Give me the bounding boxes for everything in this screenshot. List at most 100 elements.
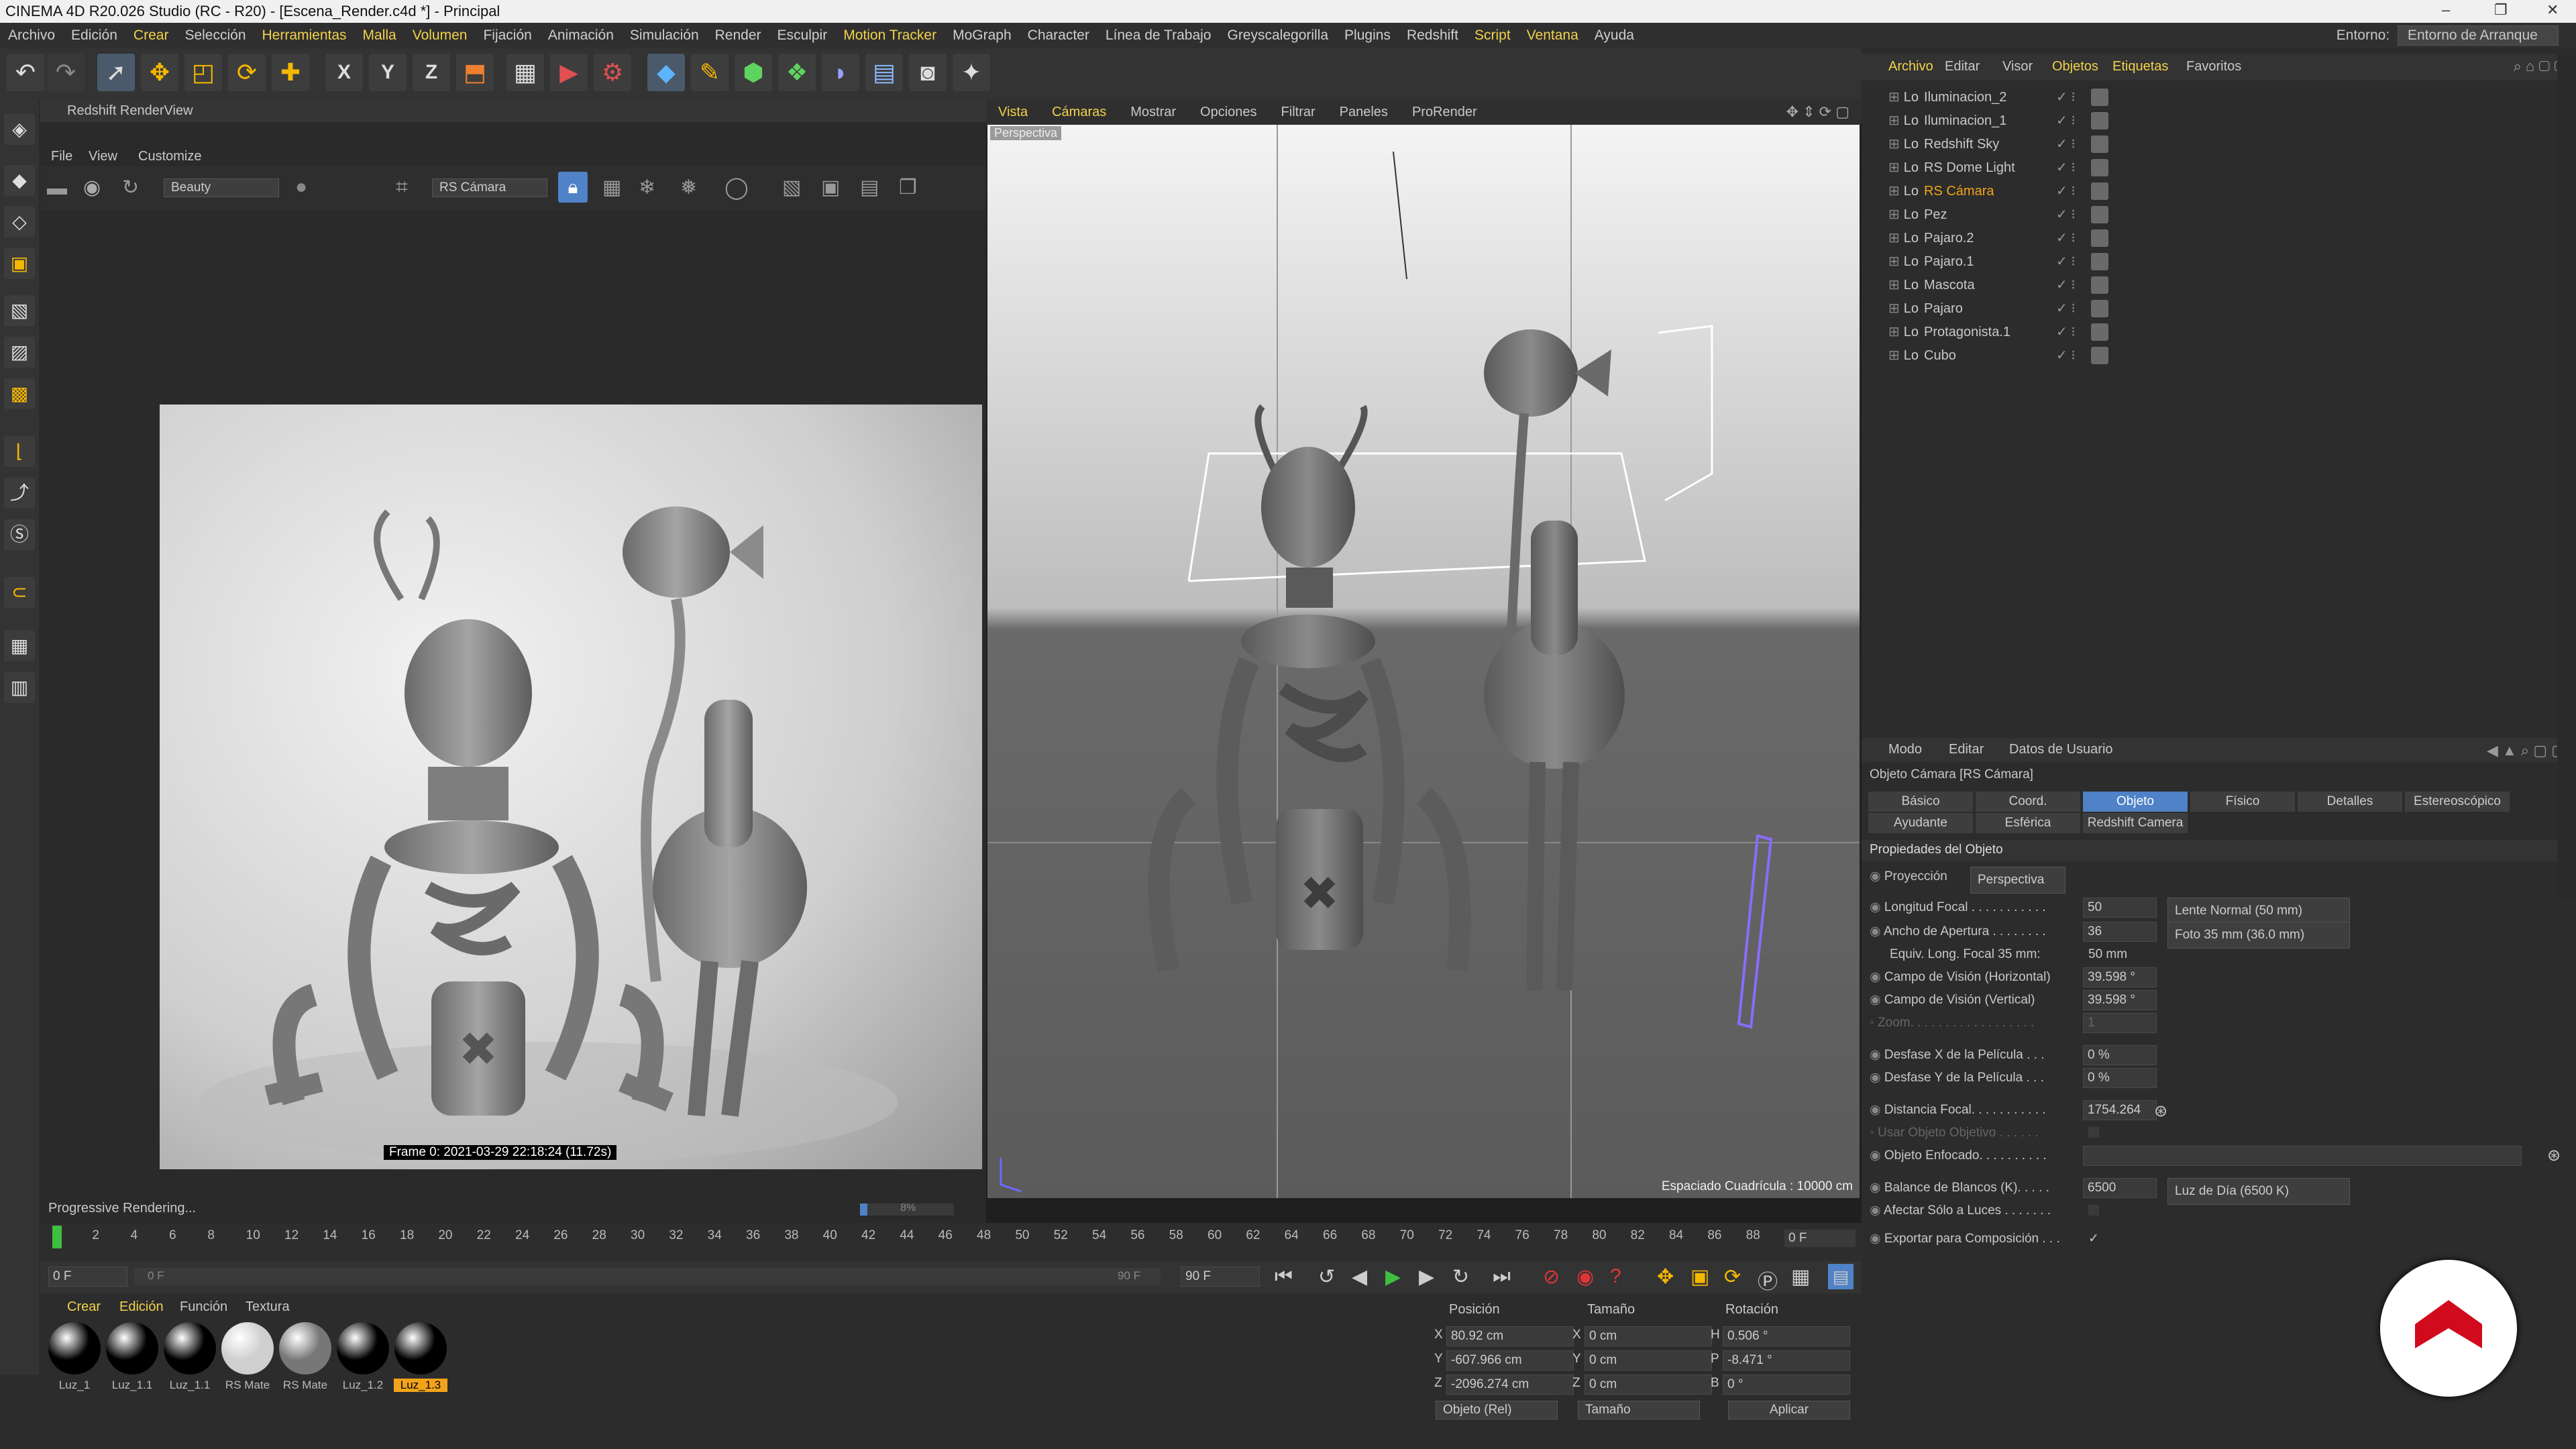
object-name[interactable]: Pajaro.1 <box>1924 254 1974 269</box>
fov-h-field[interactable]: 39.598 ° <box>2083 967 2157 987</box>
environment-selector[interactable]: Entorno: Entorno de Arranque <box>2337 25 2559 46</box>
menu-item[interactable]: Archivo <box>0 23 63 48</box>
material-swatch[interactable] <box>164 1322 216 1375</box>
expand-icon[interactable]: ⊞ <box>1888 348 1900 363</box>
enfocado-field[interactable] <box>2083 1146 2522 1166</box>
rv-menu-view[interactable]: View <box>89 149 117 164</box>
redo-icon[interactable]: ↷ <box>47 54 85 91</box>
environment-dropdown[interactable]: Entorno de Arranque <box>2398 25 2559 46</box>
viewport-menu-item[interactable]: Mostrar <box>1118 99 1188 125</box>
viewport-menu-item[interactable]: Filtrar <box>1269 99 1328 125</box>
menu-item[interactable]: Redshift <box>1399 23 1466 48</box>
add-icon[interactable]: ✚ <box>272 54 309 91</box>
material-swatch[interactable] <box>48 1322 101 1375</box>
balance-field[interactable]: 6500 <box>2083 1178 2157 1198</box>
move-icon[interactable]: ✥ <box>141 54 178 91</box>
object-row[interactable]: ⊞ Lo Pajaro ✓ ⁝ <box>1888 297 2559 320</box>
camera-icon[interactable]: ◙ <box>909 54 947 91</box>
object-row[interactable]: ⊞ Lo Pez ✓ ⁝ <box>1888 203 2559 226</box>
key-grid-icon[interactable]: ▦ <box>1791 1265 1810 1289</box>
apertura-field[interactable]: 36 <box>2083 922 2157 942</box>
desfy-field[interactable]: 0 % <box>2083 1068 2157 1088</box>
object-row[interactable]: ⊞ Lo Pajaro.2 ✓ ⁝ <box>1888 227 2559 250</box>
texture-mode-icon[interactable]: ▨ <box>4 337 35 368</box>
material-swatch[interactable] <box>394 1322 447 1375</box>
prev-frame-icon[interactable]: ◀ <box>1352 1265 1367 1289</box>
object-row[interactable]: ⊞ Lo RS Cámara ✓ ⁝ <box>1888 180 2559 203</box>
frame-range-slider[interactable]: 0 F 90 F <box>134 1268 1161 1285</box>
visibility-icon[interactable]: ✓ ⁝ <box>2056 227 2076 250</box>
exportar-checkbox[interactable]: ✓ <box>2088 1228 2099 1250</box>
visibility-icon[interactable]: ✓ ⁝ <box>2056 250 2076 273</box>
minimize-button[interactable]: – <box>2442 1 2450 19</box>
grid-overlay-icon[interactable]: ▦ <box>602 176 621 199</box>
polygons-mode-icon[interactable]: ▣ <box>4 248 35 279</box>
viewport-scene[interactable]: ✖ Perspectiva Espaciado Cuadrícula : 100… <box>987 125 1860 1198</box>
expand-icon[interactable]: ⊞ <box>1888 160 1900 175</box>
mat-tab-crear[interactable]: Crear <box>67 1299 101 1315</box>
menu-item[interactable]: Ayuda <box>1587 23 1642 48</box>
object-name[interactable]: Mascota <box>1924 278 1975 292</box>
expand-icon[interactable]: ⊞ <box>1888 301 1900 316</box>
points-mode-icon[interactable]: ◆ <box>4 165 35 196</box>
expand-icon[interactable]: ⊞ <box>1888 231 1900 246</box>
next-frame-icon[interactable]: ▶ <box>1419 1265 1434 1289</box>
visibility-icon[interactable]: ✓ ⁝ <box>2056 321 2076 343</box>
camera-select[interactable]: RS Cámara <box>432 178 547 197</box>
rotate-icon[interactable]: ⟳ <box>228 54 266 91</box>
render-view-icon[interactable]: ▦ <box>506 54 544 91</box>
menu-item[interactable]: Motion Tracker <box>835 23 945 48</box>
menu-item[interactable]: Edición <box>63 23 125 48</box>
magnet-icon[interactable]: ⊂ <box>4 577 35 608</box>
record-icon[interactable]: ⊘ <box>1543 1265 1560 1289</box>
desfx-field[interactable]: 0 % <box>2083 1045 2157 1065</box>
tag-icon[interactable] <box>2091 229 2108 247</box>
x-axis-icon[interactable]: X <box>325 54 363 91</box>
menu-item[interactable]: Fijación <box>475 23 539 48</box>
end-frame-field[interactable]: 90 F <box>1181 1267 1260 1287</box>
freeze-icon[interactable]: ❅ <box>680 176 697 199</box>
tag-icon[interactable] <box>2091 323 2108 341</box>
size-field[interactable]: 0 cm <box>1585 1326 1712 1346</box>
undo-icon[interactable]: ↶ <box>7 54 44 91</box>
rv-menu-customize[interactable]: Customize <box>138 149 201 164</box>
rotation-field[interactable]: 0.506 ° <box>1723 1326 1850 1346</box>
attr-nav-icons[interactable]: ◀ ▲ ⌕ ▢ ▢ <box>2487 742 2565 759</box>
objmgr-menu-item[interactable]: Visor <box>2002 59 2033 74</box>
proyeccion-select[interactable]: Perspectiva <box>1970 867 2065 894</box>
menu-item[interactable]: Línea de Trabajo <box>1097 23 1220 48</box>
expand-icon[interactable]: ⊞ <box>1888 184 1900 199</box>
pen-icon[interactable]: ✎ <box>691 54 729 91</box>
render-pic-icon[interactable]: ▶ <box>550 54 588 91</box>
visibility-icon[interactable]: ✓ ⁝ <box>2056 274 2076 297</box>
material-swatch[interactable] <box>106 1322 158 1375</box>
maximize-button[interactable]: ❐ <box>2494 1 2508 19</box>
menu-item[interactable]: Esculpir <box>769 23 836 48</box>
key-move-icon[interactable]: ✥ <box>1657 1265 1674 1289</box>
viewport-menu-item[interactable]: Opciones <box>1188 99 1269 125</box>
key-scale-icon[interactable]: ▣ <box>1690 1265 1709 1289</box>
attr-tab[interactable]: Detalles <box>2298 792 2402 812</box>
objmgr-menu-item[interactable]: Favoritos <box>2186 59 2241 74</box>
attr-tab[interactable]: Objeto <box>2083 792 2188 812</box>
object-row[interactable]: ⊞ Lo Iluminacion_1 ✓ ⁝ <box>1888 109 2559 132</box>
expand-icon[interactable]: ⊞ <box>1888 113 1900 128</box>
start-frame-field[interactable]: 0 F <box>48 1267 127 1287</box>
menu-item[interactable]: Render <box>707 23 769 48</box>
menu-item[interactable]: Simulación <box>622 23 707 48</box>
snowflake-icon[interactable]: ❄ <box>639 176 655 199</box>
go-start-icon[interactable]: ⏮ <box>1275 1265 1293 1288</box>
prev-key-icon[interactable]: ↺ <box>1318 1265 1335 1289</box>
attr-tab[interactable]: Redshift Camera <box>2083 813 2188 833</box>
menu-item[interactable]: Herramientas <box>254 23 355 48</box>
size-field[interactable]: 0 cm <box>1585 1375 1712 1395</box>
image-icon[interactable]: ▧ <box>782 176 801 199</box>
deformer-icon[interactable]: ◗ <box>822 54 859 91</box>
attr-tab[interactable]: Ayudante <box>1868 813 1973 833</box>
scale-icon[interactable]: ◰ <box>184 54 222 91</box>
tag-icon[interactable] <box>2091 206 2108 223</box>
object-row[interactable]: ⊞ Lo Redshift Sky ✓ ⁝ <box>1888 133 2559 156</box>
copy-icon[interactable]: ❐ <box>899 176 917 199</box>
mat-tab-textura[interactable]: Textura <box>246 1299 290 1315</box>
rgb-icon[interactable]: ● <box>295 176 307 199</box>
